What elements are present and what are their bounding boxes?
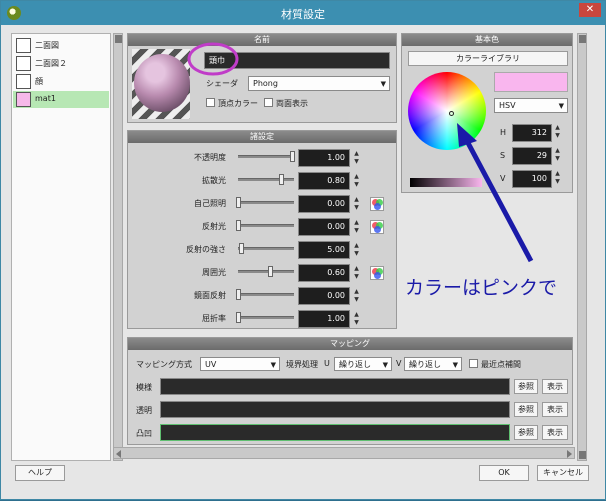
annotation-text: カラーはピンクで [405, 277, 558, 299]
material-settings-window: 材質設定 ✕ 二面図 二面図２ 顔 mat1 名前 頭巾 シェーダ Phong … [0, 0, 606, 500]
name-highlight-circle [187, 42, 239, 76]
annotation-arrow-head [457, 123, 477, 147]
annotation-overlay [187, 42, 534, 263]
annotation-arrow-line [464, 139, 534, 263]
